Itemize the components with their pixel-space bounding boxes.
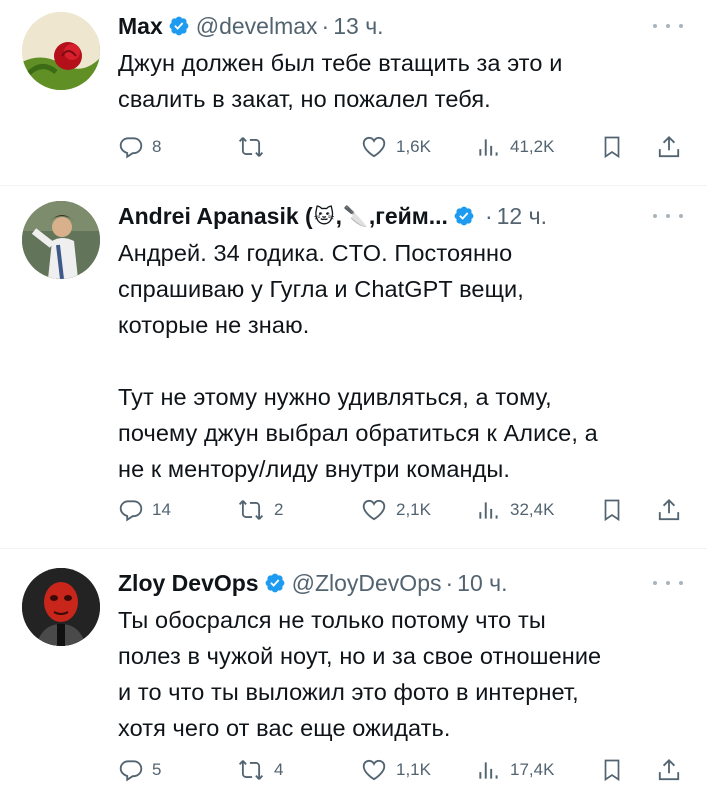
tweet[interactable]: Andrei Apanasik ( 🐱 , 🔪 ,гейм... · 12 ч.… — [0, 186, 707, 548]
retweet-button[interactable] — [236, 134, 274, 160]
verified-badge-icon — [265, 573, 285, 593]
author-name-suffix[interactable]: ,гейм... — [369, 203, 448, 230]
reply-count: 5 — [152, 760, 162, 779]
tweet-text: Ты обосрался не только потому что ты пол… — [118, 607, 602, 741]
like-button[interactable]: 1,1K — [360, 757, 431, 783]
reply-icon — [119, 137, 143, 159]
retweet-button[interactable]: 2 — [236, 497, 283, 523]
like-count: 2,1K — [396, 500, 431, 519]
tweet-header: Andrei Apanasik ( 🐱 , 🔪 ,гейм... · 12 ч. — [118, 200, 683, 232]
tweet-header: Max @develmax · 13 ч. — [118, 10, 683, 42]
view-count: 17,4K — [510, 760, 555, 779]
share-button[interactable] — [656, 756, 682, 784]
tweet-header: Zloy DevOps @ZloyDevOps · 10 ч. — [118, 567, 683, 599]
avatar[interactable] — [22, 568, 100, 646]
like-button[interactable]: 2,1K — [360, 497, 431, 523]
reply-button[interactable]: 8 — [118, 134, 161, 160]
timestamp[interactable]: 13 ч. — [333, 13, 383, 40]
tweet[interactable]: Zloy DevOps @ZloyDevOps · 10 ч. Ты обоср… — [0, 549, 707, 800]
bookmark-button[interactable] — [600, 496, 624, 524]
views-button[interactable]: 17,4K — [476, 757, 554, 783]
verified-badge-icon — [454, 206, 474, 226]
like-icon — [362, 136, 386, 158]
like-icon — [362, 759, 386, 781]
share-button[interactable] — [656, 496, 682, 524]
reply-button[interactable]: 5 — [118, 757, 161, 783]
timestamp[interactable]: 12 ч. — [497, 203, 547, 230]
like-button[interactable]: 1,6K — [360, 134, 431, 160]
knife-emoji: 🔪 — [342, 205, 368, 228]
reply-icon — [119, 500, 143, 522]
action-bar: 14 2 2,1K 32,4K — [118, 494, 683, 526]
more-icon[interactable] — [653, 206, 683, 226]
tweet-content: Andrei Apanasik ( 🐱 , 🔪 ,гейм... · 12 ч.… — [118, 200, 683, 487]
tweet-text: Андрей. 34 годика. CTO. Постоянно спраши… — [118, 240, 598, 482]
reply-count: 8 — [152, 137, 162, 156]
more-icon[interactable] — [653, 16, 683, 36]
author-name[interactable]: Andrei Apanasik ( — [118, 203, 313, 230]
retweet-icon — [238, 760, 264, 780]
tweet-content: Max @develmax · 13 ч. Джун должен был те… — [118, 10, 683, 117]
separator-dot: · — [484, 202, 493, 229]
action-bar: 8 1,6K 41,2K — [118, 131, 683, 163]
views-button[interactable]: 41,2K — [476, 134, 554, 160]
like-count: 1,6K — [396, 137, 431, 156]
tweet-content: Zloy DevOps @ZloyDevOps · 10 ч. Ты обоср… — [118, 567, 683, 746]
reply-feed: Max @develmax · 13 ч. Джун должен был те… — [0, 0, 707, 800]
views-button[interactable]: 32,4K — [476, 497, 554, 523]
action-bar: 5 4 1,1K 17,4K — [118, 754, 683, 786]
author-handle[interactable]: @develmax — [196, 13, 318, 40]
tweet[interactable]: Max @develmax · 13 ч. Джун должен был те… — [0, 0, 707, 185]
separator-dot: · — [445, 569, 454, 596]
separator-dot: · — [321, 12, 330, 39]
views-icon — [479, 139, 498, 156]
retweet-count: 4 — [274, 760, 284, 779]
timestamp[interactable]: 10 ч. — [457, 570, 507, 597]
author-name-separator: , — [335, 202, 342, 229]
share-icon — [658, 498, 680, 521]
verified-badge-icon — [169, 16, 189, 36]
retweet-icon — [238, 500, 264, 520]
retweet-button[interactable]: 4 — [236, 757, 283, 783]
views-icon — [479, 762, 498, 779]
reply-button[interactable]: 14 — [118, 497, 171, 523]
view-count: 32,4K — [510, 500, 555, 519]
share-button[interactable] — [656, 133, 682, 161]
bookmark-button[interactable] — [600, 133, 624, 161]
like-count: 1,1K — [396, 760, 431, 779]
tweet-text: Джун должен был тебе втащить за это и св… — [118, 50, 563, 112]
share-icon — [658, 758, 680, 781]
avatar[interactable] — [22, 201, 100, 279]
view-count: 41,2K — [510, 137, 555, 156]
views-icon — [479, 502, 498, 519]
reply-count: 14 — [152, 500, 171, 519]
share-icon — [658, 135, 680, 158]
cat-emoji: 🐱 — [313, 205, 335, 228]
like-icon — [362, 499, 386, 521]
retweet-icon — [238, 137, 264, 157]
bookmark-icon — [604, 759, 620, 782]
author-name[interactable]: Zloy DevOps — [118, 570, 259, 597]
avatar[interactable] — [22, 12, 100, 90]
bookmark-button[interactable] — [600, 756, 624, 784]
retweet-count: 2 — [274, 500, 284, 519]
bookmark-icon — [604, 499, 620, 522]
author-name[interactable]: Max — [118, 13, 163, 40]
author-handle[interactable]: @ZloyDevOps — [292, 570, 442, 597]
reply-icon — [119, 760, 143, 782]
more-icon[interactable] — [653, 573, 683, 593]
bookmark-icon — [604, 136, 620, 159]
